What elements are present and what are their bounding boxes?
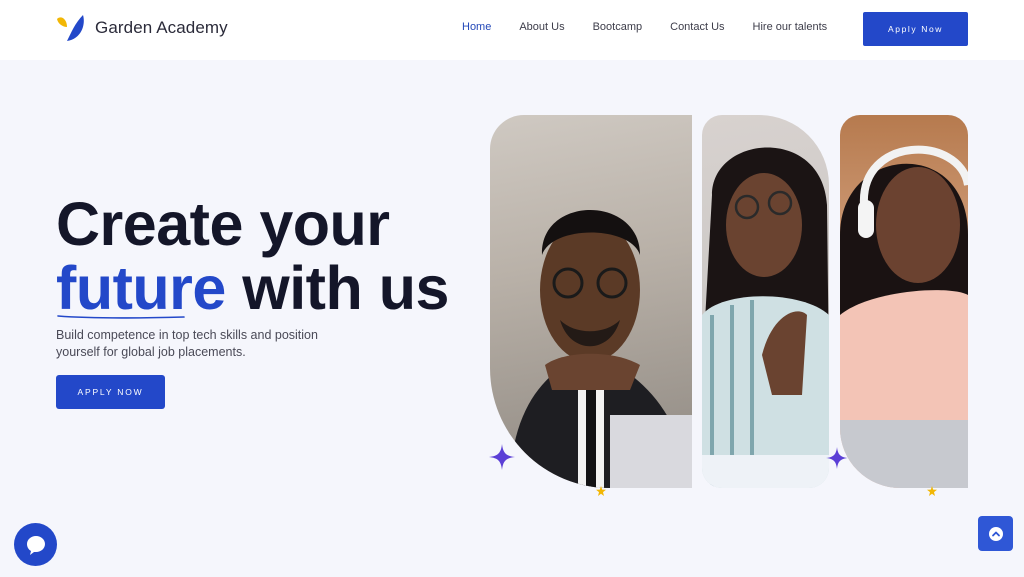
logo[interactable]: Garden Academy (55, 13, 228, 43)
hero-subtitle: Build competence in top tech skills and … (56, 328, 318, 359)
chat-button[interactable] (14, 523, 57, 566)
main-nav: Home About Us Bootcamp Contact Us Hire o… (462, 21, 855, 33)
nav-about-us[interactable]: About Us (519, 21, 564, 33)
accent-underline (57, 315, 185, 319)
nav-home[interactable]: Home (462, 21, 491, 33)
student-photo-woman-headphones (840, 115, 968, 488)
site-header: Garden Academy Home About Us Bootcamp Co… (0, 0, 1024, 60)
nav-hire-our-talents[interactable]: Hire our talents (753, 21, 828, 33)
sparkle-icon (826, 447, 848, 469)
hero-apply-button[interactable]: APPLY NOW (56, 375, 165, 409)
star-icon (927, 486, 937, 496)
hero-title: Create your future with us (56, 192, 449, 320)
header-apply-button[interactable]: Apply Now (863, 12, 968, 46)
student-photo-man (490, 115, 692, 488)
chevron-up-circle-icon (988, 526, 1003, 541)
nav-bootcamp[interactable]: Bootcamp (593, 21, 643, 33)
student-photo-woman-glasses (702, 115, 829, 488)
star-icon (596, 486, 606, 496)
chat-bubble-icon (26, 535, 45, 555)
scroll-to-top-button[interactable] (978, 516, 1013, 551)
sparkle-icon (489, 444, 515, 470)
logo-text: Garden Academy (95, 18, 228, 37)
nav-contact-us[interactable]: Contact Us (670, 21, 724, 33)
hero-title-line1: Create your (56, 190, 390, 258)
logo-icon (57, 15, 84, 41)
hero-title-rest: with us (225, 254, 449, 322)
